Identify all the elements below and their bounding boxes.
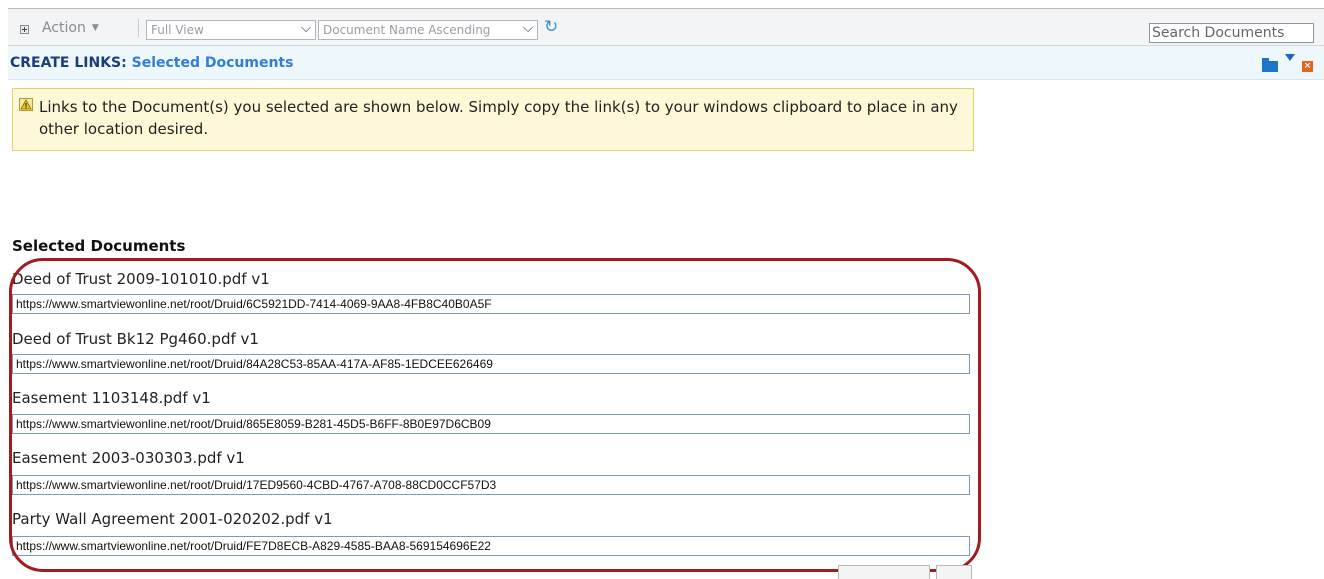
folder-icon[interactable] <box>1262 58 1278 72</box>
document-link-field[interactable]: https://www.smartviewonline.net/root/Dru… <box>12 414 970 434</box>
selected-documents-heading: Selected Documents <box>12 237 186 255</box>
document-name: Party Wall Agreement 2001-020202.pdf v1 <box>12 510 333 528</box>
sort-select[interactable]: Document Name Ascending ⌵ <box>318 20 538 40</box>
view-select[interactable]: Full View ⌵ <box>146 20 316 40</box>
create-links-panel: Action ▼ Full View ⌵ Document Name Ascend… <box>8 8 1324 579</box>
document-name: Deed of Trust Bk12 Pg460.pdf v1 <box>12 330 259 348</box>
warning-icon <box>19 98 33 111</box>
document-link-field[interactable]: https://www.smartviewonline.net/root/Dru… <box>12 536 970 556</box>
page-title: CREATE LINKS: Selected Documents <box>10 55 293 71</box>
sort-select-value: Document Name Ascending <box>323 23 491 37</box>
action-caret-icon: ▼ <box>91 23 99 33</box>
page-title-prefix: CREATE LINKS: <box>10 55 127 71</box>
search-input[interactable]: Search Documents <box>1149 23 1314 43</box>
cancel-button[interactable] <box>936 565 972 579</box>
chevron-down-icon: ⌵ <box>523 21 533 36</box>
action-menu-button[interactable]: Action ▼ <box>42 20 99 36</box>
info-notice: Links to the Document(s) you selected ar… <box>12 88 974 151</box>
document-name: Easement 2003-030303.pdf v1 <box>12 449 245 467</box>
notice-text: Links to the Document(s) you selected ar… <box>39 98 958 138</box>
document-link-field[interactable]: https://www.smartviewonline.net/root/Dru… <box>12 354 970 374</box>
view-select-value: Full View <box>151 23 204 37</box>
close-icon[interactable]: × <box>1302 61 1313 72</box>
document-link-field[interactable]: https://www.smartviewonline.net/root/Dru… <box>12 475 970 495</box>
page-title-suffix: Selected Documents <box>131 55 294 71</box>
toolbar: Action ▼ Full View ⌵ Document Name Ascend… <box>8 8 1324 46</box>
document-link-field[interactable]: https://www.smartviewonline.net/root/Dru… <box>12 294 970 314</box>
dropdown-arrow-icon[interactable] <box>1285 54 1295 61</box>
chevron-down-icon: ⌵ <box>301 21 311 36</box>
ok-button[interactable] <box>838 565 930 579</box>
window-frame-left <box>0 8 8 571</box>
document-name: Deed of Trust 2009-101010.pdf v1 <box>12 270 270 288</box>
window-frame-top <box>0 0 1324 8</box>
refresh-icon[interactable]: ↻ <box>544 17 558 37</box>
expand-icon[interactable] <box>20 25 29 34</box>
search-placeholder: Search Documents <box>1152 25 1285 41</box>
toolbar-divider <box>138 19 139 37</box>
panel-header: CREATE LINKS: Selected Documents × <box>8 46 1324 80</box>
action-label: Action <box>42 20 86 36</box>
document-name: Easement 1103148.pdf v1 <box>12 389 211 407</box>
